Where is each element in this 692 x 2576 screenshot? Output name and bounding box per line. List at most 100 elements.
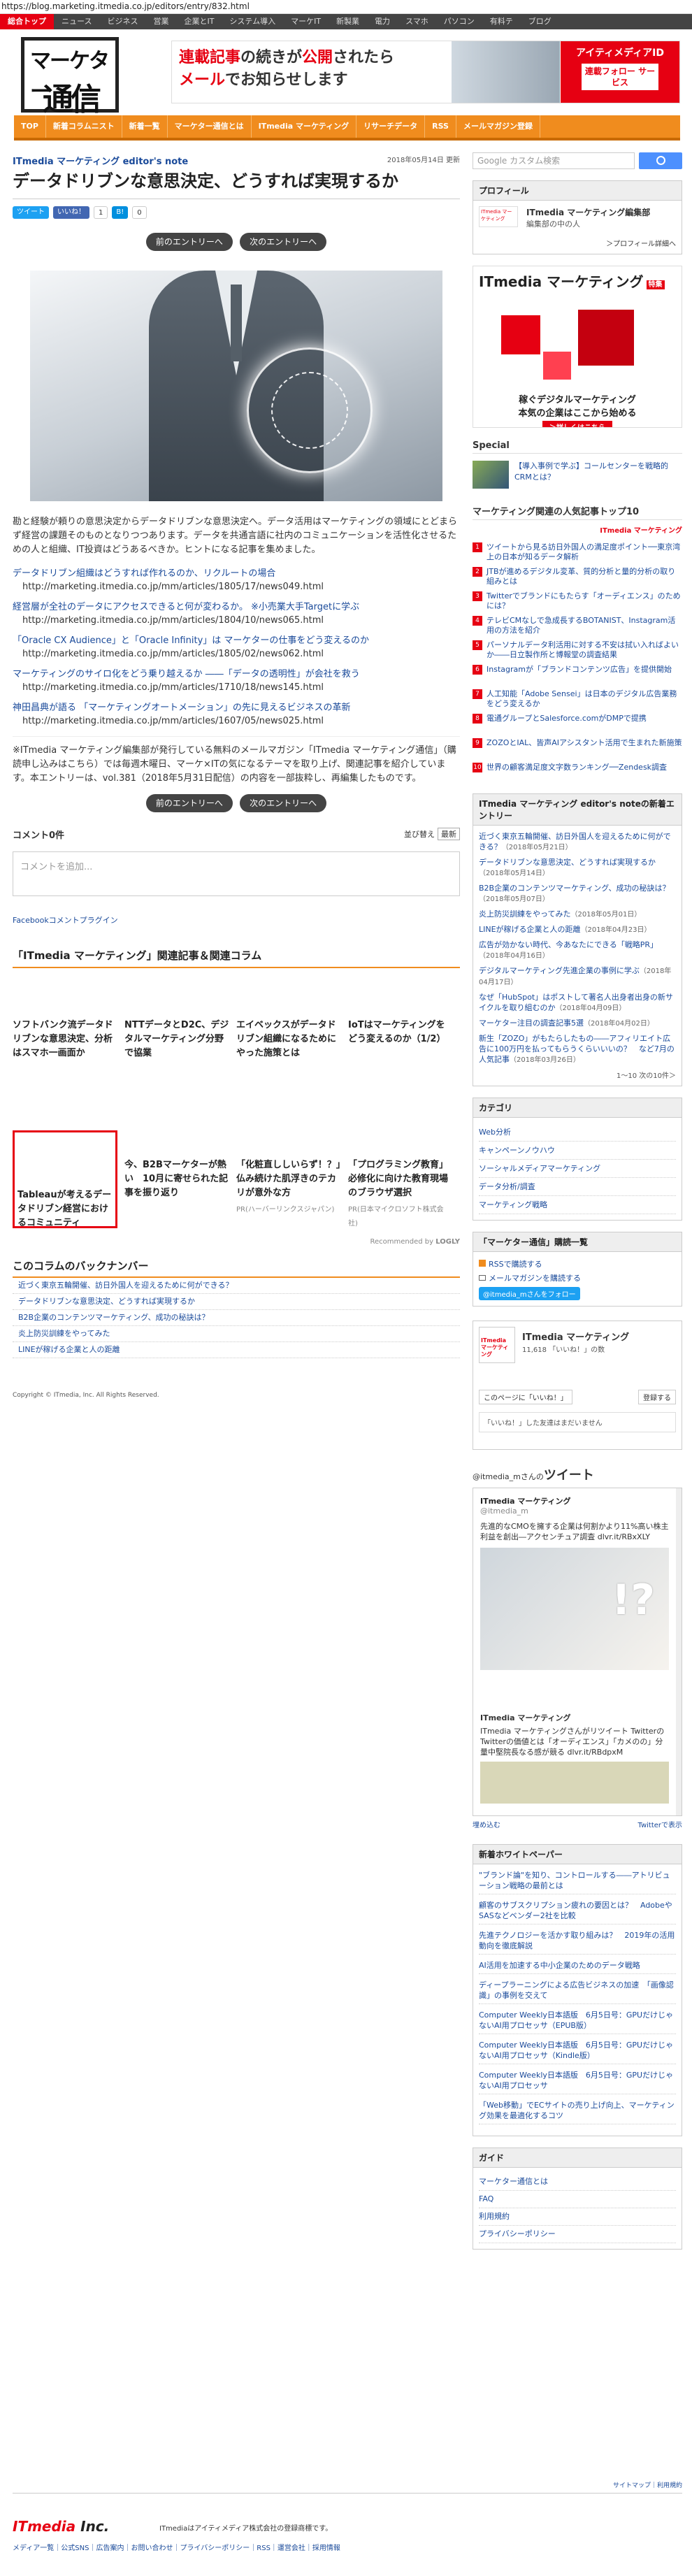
backnumber-item[interactable]: データドリブンな意思決定、どうすれば実現するか (13, 1294, 460, 1310)
global-nav-item[interactable]: ブログ (521, 14, 559, 29)
timeline-scrollbar[interactable] (676, 1488, 682, 1815)
related-item[interactable]: ソフトバンク流データドリブンな意思決定、分析はスマホ一画面か (13, 1019, 117, 1060)
global-nav-item[interactable]: パソコン (436, 14, 482, 29)
fb-register-button[interactable]: 登録する (638, 1390, 676, 1404)
category-nav-item[interactable]: メールマガジン登録 (456, 115, 540, 138)
related-item[interactable]: NTTデータとD2C、デジタルマーケティング分野で協業 (124, 1019, 229, 1060)
global-nav-item[interactable]: マーケIT (283, 14, 329, 29)
link-item[interactable]: 神田昌典が語る 「マーケティングオートメーション」の先に見えるビジネスの革新 ht… (13, 701, 460, 728)
view-on-twitter-link[interactable]: Twitterで表示 (637, 1819, 682, 1829)
tweet[interactable]: ITmedia マーケティング @itmedia_m 先進的なCMOを擁する企業は… (480, 1495, 669, 1670)
whitepaper-item[interactable]: Computer Weekly日本語版 6月5日号：GPUだけじゃないAI用プロ… (479, 2070, 676, 2094)
prev-entry-button[interactable]: 前のエントリーへ (145, 794, 233, 812)
logly-credit[interactable]: Recommended by LOGLY (13, 1238, 460, 1246)
archive-item[interactable]: 炎上防災訓練をやってみた（2018年05月01日） (479, 909, 676, 920)
guide-item[interactable]: プライバシーポリシー (479, 2226, 676, 2243)
ranking-item[interactable]: 7 人工知能「Adobe Sensei」は日本のデジタル広告業務をどう変えるか (473, 689, 682, 709)
link-item[interactable]: データドリブン組織はどうすれば作れるのか、リクルートの場合 http://mark… (13, 567, 460, 593)
global-nav-item[interactable]: 営業 (145, 14, 176, 29)
whitepaper-item[interactable]: 顧客のサブスクリプション疲れの要因とは？ AdobeやSASなどベンダー2社を比… (479, 1900, 676, 1924)
ranking-item[interactable]: 10 世界の顧客満足度文字数ランキング──Zendesk調査 (473, 763, 682, 782)
fb-like-page-button[interactable]: このページに「いいね！」 (479, 1390, 572, 1404)
archive-item[interactable]: 新生「ZOZO」がもたらしたもの――アフィリエイト広告に100万円を払ってもらう… (479, 1033, 676, 1065)
category-nav-item[interactable]: リサーチデータ (356, 115, 426, 138)
address-bar[interactable]: https://blog.marketing.itmedia.co.jp/edi… (0, 0, 692, 14)
global-nav-item[interactable]: スマホ (398, 14, 436, 29)
archive-item[interactable]: 近づく東京五輪開催、訪日外国人を迎えるために何ができる？（2018年05月21日… (479, 831, 676, 853)
recommend-item[interactable]: 「プログラミング教育」必修化に向けた教育現場のブラウザ選択 PR(日本マイクロソフ… (348, 1130, 453, 1228)
ranking-item[interactable]: 5 パーソナルデータ利活用に対する不安は拭い入ればよいか――日立製作所と博報堂の調… (473, 640, 682, 660)
whitepaper-item[interactable]: 「Web移動」でECサイトの売り上げ向上、マーケティング効果を最適化するコツ (479, 2100, 676, 2124)
next-entry-button[interactable]: 次のエントリーへ (240, 794, 327, 812)
profile-name[interactable]: ITmedia マーケティング編集部 (526, 206, 676, 218)
mail-subscribe-link[interactable]: メールマガジンを購読する (479, 1272, 676, 1286)
rss-subscribe-link[interactable]: RSSで購読する (479, 1258, 676, 1272)
category-item[interactable]: マーケティング戦略 (479, 1196, 676, 1214)
next-entry-button[interactable]: 次のエントリーへ (240, 233, 327, 251)
archive-item[interactable]: B2B企業のコンテンツマーケティング、成功の秘訣は？（2018年05月07日） (479, 883, 676, 905)
footer-top-links[interactable]: サイトマップ｜利用規約 (613, 2480, 682, 2489)
sort-select[interactable]: 最新 (438, 828, 460, 840)
comment-input[interactable]: コメントを追加... (13, 851, 460, 896)
category-item[interactable]: キャンペーンノウハウ (479, 1142, 676, 1160)
whitepaper-item[interactable]: AI活用を加速する中小企業のためのデータ戦略 (479, 1960, 676, 1974)
twitter-follow-button[interactable]: @itmedia_mさんをフォロー (479, 1287, 580, 1300)
recommend-item[interactable]: 「化粧直ししいらず！？」仏み続けた肌浮きのテカリが意外な方 PR(ハーバーリンクス… (236, 1130, 341, 1228)
global-nav-item[interactable]: 電力 (367, 14, 398, 29)
fb-page-name[interactable]: ITmedia マーケティング (522, 1330, 629, 1343)
category-nav-item[interactable]: RSS (425, 115, 456, 138)
prev-entry-button[interactable]: 前のエントリーへ (145, 233, 233, 251)
profile-more-link[interactable]: ＞プロフィール詳細へ (479, 238, 676, 248)
site-logo[interactable]: マーケター 通信 (21, 37, 119, 117)
backnumber-item[interactable]: B2B企業のコンテンツマーケティング、成功の秘訣は？ (13, 1310, 460, 1326)
backnumber-item[interactable]: 近づく東京五輪開催、訪日外国人を迎えるために何ができる？ (13, 1278, 460, 1294)
related-item[interactable]: エイベックスがデータドリブン組織になるためにやった施策とは (236, 1019, 341, 1060)
itmedia-logo[interactable]: ITmedia Inc. (13, 2518, 109, 2535)
series-name[interactable]: ITmedia マーケティング editor's note (13, 157, 188, 167)
backnumber-item[interactable]: LINEが稼げる企業と人の距離 (13, 1342, 460, 1358)
global-nav-item[interactable]: 企業とIT (176, 14, 222, 29)
ranking-item[interactable]: 2 JTBが進めるデジタル変革、質的分析と量的分析の取り組みとは (473, 567, 682, 587)
related-item[interactable]: IoTはマーケティングをどう変えるのか（1/2） (348, 1019, 453, 1046)
tweet[interactable]: ITmedia マーケティング ITmedia マーケティングさんがリツイート … (480, 1712, 669, 1804)
whitepaper-item[interactable]: Computer Weekly日本語版 6月5日号：GPUだけじゃないAI用プロ… (479, 2010, 676, 2034)
whitepaper-item[interactable]: Computer Weekly日本語版 6月5日号：GPUだけじゃないAI用プロ… (479, 2040, 676, 2064)
ranking-item[interactable]: 1 ツイートから見る訪日外国人の満足度ポイント──東京湾上の日本が知るデータ解析 (473, 542, 682, 562)
ranking-item[interactable]: 3 Twitterでブランドにもたらす「オーディエンス」のためには？ (473, 591, 682, 611)
special-item[interactable]: 【導入事例で学ぶ】コールセンターを戦略的CRMとは？ (473, 461, 682, 489)
global-nav-item[interactable]: システム導入 (222, 14, 283, 29)
backnumber-item[interactable]: 炎上防災訓練をやってみた (13, 1326, 460, 1342)
ranking-item[interactable]: 9 ZOZOとIAL、皆声AIアシスタント活用で生まれた新施策 (473, 738, 682, 758)
category-nav-item[interactable]: マーケター通信とは (168, 115, 252, 138)
archive-item[interactable]: 広告が効かない時代、今あなたにできる「戦略PR」（2018年04月16日） (479, 940, 676, 961)
twitter-timeline[interactable]: ITmedia マーケティング @itmedia_m 先進的なCMOを擁する企業は… (473, 1488, 682, 1816)
archive-item[interactable]: データドリブンな意思決定、どうすれば実現するか（2018年05月14日） (479, 857, 676, 879)
embed-link[interactable]: 埋め込む (473, 1822, 500, 1829)
archive-item[interactable]: デジタルマーケティング先進企業の事例に学ぶ（2018年04月17日） (479, 965, 676, 988)
archive-item[interactable]: マーケター注目の調査記事5選（2018年04月02日） (479, 1018, 676, 1029)
ranking-item[interactable]: 6 Instagramが「ブランドコンテンツ広告」を提供開始 (473, 665, 682, 684)
whitepaper-item[interactable]: ディープラーニングによる広告ビジネスの加速 「画像認識」の事例を交えて (479, 1980, 676, 2004)
facebook-comment-plugin-link[interactable]: Facebookコメントプラグイン (13, 914, 460, 926)
category-nav-item[interactable]: TOP (14, 115, 46, 138)
category-item[interactable]: Web分析 (479, 1123, 676, 1142)
recommend-item[interactable]: Tableauが考えるデータドリブン経営におけるコミュニティ (13, 1130, 117, 1228)
category-nav-item[interactable]: 新着コラムニスト (46, 115, 122, 138)
link-item[interactable]: 経営層が全社のデータにアクセスできると何が変わるか。 ※小売業大手Targetに… (13, 600, 460, 627)
recommend-item[interactable]: 今、B2Bマーケターが熱い 10月に寄せられた記事を振り返り (124, 1130, 229, 1228)
top-banner-ad[interactable]: 連載記事の続きが公開されたら メールでお知らせします アイティメディアID 連載… (171, 41, 680, 103)
category-item[interactable]: データ分析/調査 (479, 1178, 676, 1196)
search-button[interactable] (639, 152, 682, 169)
global-nav-item[interactable]: 総合トップ (0, 14, 54, 29)
whitepaper-item[interactable]: "ブランド論"を知り、コントロールする――アトリビューション戦略の最前とは (479, 1870, 676, 1894)
category-nav-item[interactable]: ITmedia マーケティング (252, 115, 357, 138)
global-nav-item[interactable]: 有料テ (482, 14, 521, 29)
ranking-item[interactable]: 8 電通グループとSalesforce.comがDMPで提携 (473, 714, 682, 733)
whitepaper-item[interactable]: 先進テクノロジーを活かす取り組みは？ 2019年の活用動向を徹底解説 (479, 1930, 676, 1955)
guide-item[interactable]: マーケター通信とは (479, 2173, 676, 2191)
special-feature-banner[interactable]: ITmedia マーケティング 特集 稼ぐデジタルマーケティング 本気の企業はここ… (473, 266, 682, 428)
global-nav-item[interactable]: 新製業 (329, 14, 367, 29)
like-button[interactable]: いいね！ (53, 206, 89, 219)
link-item[interactable]: 「Oracle CX Audience」と「Oracle Infinity」は … (13, 634, 460, 661)
archive-item[interactable]: なぜ「HubSpot」はポストして著名人出身者出身の新サイクルを取り組むのか（2… (479, 992, 676, 1014)
